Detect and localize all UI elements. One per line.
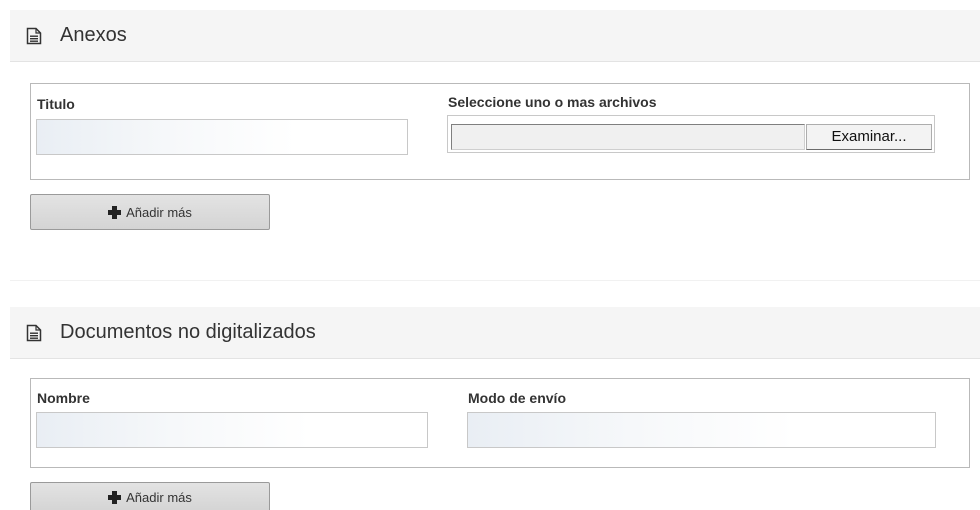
add-more-anexos-label: Añadir más [126,205,192,220]
add-more-anexos-button[interactable]: Añadir más [30,194,270,230]
no-digitalizados-title: Documentos no digitalizados [60,321,316,343]
file-chooser: Examinar... [447,115,935,153]
anexos-title: Anexos [60,24,127,46]
titulo-input[interactable] [36,119,408,155]
nombre-input[interactable] [36,412,428,448]
document-icon [26,324,42,342]
plus-icon [108,491,122,504]
titulo-label: Titulo [37,96,75,112]
plus-icon [108,206,122,219]
nombre-label: Nombre [37,390,90,406]
modo-envio-input[interactable] [467,412,936,448]
no-digitalizados-header: Documentos no digitalizados [10,307,980,359]
anexos-panel: Titulo Seleccione uno o mas archivos Exa… [30,83,970,180]
archivos-label: Seleccione uno o mas archivos [448,94,657,110]
section-divider [10,280,980,281]
anexos-header: Anexos [10,10,980,62]
modo-envio-label: Modo de envío [468,390,566,406]
page: Anexos Titulo Seleccione uno o mas archi… [0,0,980,510]
document-icon [26,27,42,45]
browse-button[interactable]: Examinar... [806,124,932,150]
no-digitalizados-panel: Nombre Modo de envío [30,378,970,468]
file-path-field[interactable] [451,124,805,150]
add-more-no-digitalizados-label: Añadir más [126,490,192,505]
add-more-no-digitalizados-button[interactable]: Añadir más [30,482,270,510]
